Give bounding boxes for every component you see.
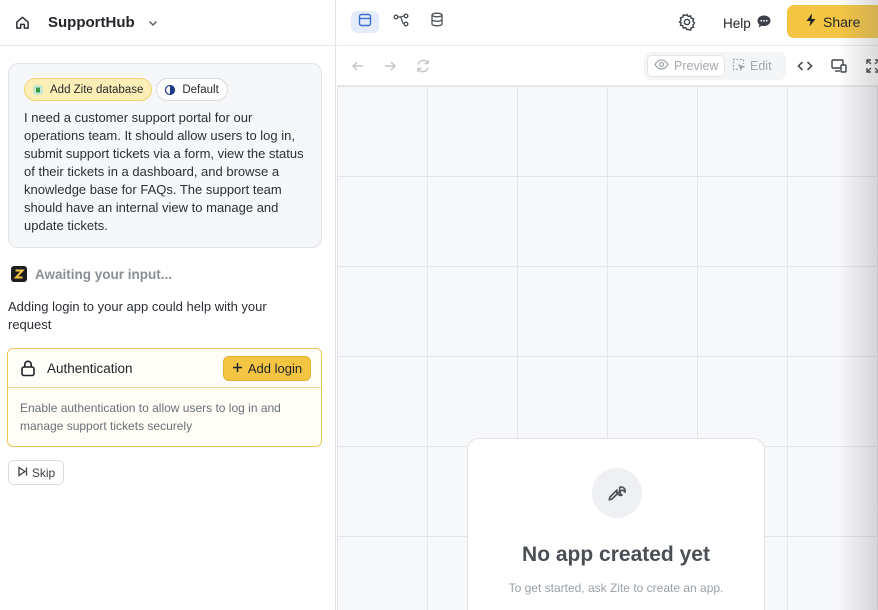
lightning-icon — [805, 13, 817, 30]
home-icon[interactable] — [14, 15, 30, 31]
chat-panel: SupportHub Add Zite database Default I n… — [0, 0, 336, 610]
chevron-down-icon[interactable] — [147, 17, 159, 29]
top-bar: Help Share — [337, 0, 878, 46]
preview-toolbar: Preview Edit — [337, 46, 878, 86]
skip-icon — [17, 465, 28, 480]
skip-button[interactable]: Skip — [8, 460, 64, 485]
preview-edit-toggle: Preview Edit — [644, 52, 786, 80]
authentication-card: Authentication Add login Enable authenti… — [7, 348, 322, 447]
layout-view-button[interactable] — [351, 11, 379, 33]
code-icon[interactable] — [796, 57, 814, 75]
share-button[interactable]: Share — [787, 5, 878, 38]
gear-icon[interactable] — [678, 13, 696, 31]
back-arrow-icon[interactable] — [350, 58, 366, 74]
forward-arrow-icon[interactable] — [382, 58, 398, 74]
database-icon — [430, 12, 444, 32]
chat-bubble-icon — [756, 14, 772, 32]
authentication-description: Enable authentication to allow users to … — [20, 401, 281, 433]
edit-label: Edit — [750, 59, 772, 73]
preview-area: Help Share Preview Edit No app created y… — [337, 0, 878, 610]
skip-label: Skip — [31, 465, 56, 480]
help-label: Help — [723, 15, 751, 31]
wrench-icon — [592, 468, 642, 518]
chat-header: SupportHub — [0, 0, 335, 46]
eye-icon — [654, 59, 669, 73]
database-view-button[interactable] — [423, 11, 451, 33]
workflow-view-button[interactable] — [387, 11, 415, 33]
add-login-label: Add login — [247, 361, 303, 376]
app-name[interactable]: SupportHub — [48, 14, 135, 31]
edit-button[interactable]: Edit — [726, 55, 778, 77]
share-label: Share — [823, 13, 861, 30]
empty-state-card: No app created yet To get started, ask Z… — [467, 438, 765, 610]
status-text: Awaiting your input... — [35, 266, 172, 282]
add-login-button[interactable]: Add login — [223, 356, 311, 381]
database-icon — [32, 84, 44, 96]
zite-logo-icon — [11, 266, 27, 282]
user-prompt-card: Add Zite database Default I need a custo… — [8, 63, 322, 248]
refresh-icon[interactable] — [415, 58, 431, 74]
edit-cursor-icon — [732, 58, 746, 74]
authentication-title: Authentication — [47, 360, 133, 376]
suggestion-text: Adding login to your app could help with… — [8, 299, 267, 332]
layout-icon — [358, 13, 372, 32]
empty-state-subtitle: To get started, ask Zite to create an ap… — [508, 581, 724, 595]
lock-icon — [20, 359, 36, 377]
help-button[interactable]: Help — [723, 14, 772, 32]
plus-icon — [232, 361, 243, 376]
add-zite-database-label: Add Zite database — [50, 83, 144, 96]
preview-button[interactable]: Preview — [647, 55, 726, 77]
add-zite-database-chip[interactable]: Add Zite database — [24, 78, 153, 101]
theme-icon — [164, 84, 176, 96]
workflow-icon — [393, 13, 409, 32]
preview-label: Preview — [674, 59, 719, 73]
status-row: Awaiting your input... — [11, 266, 172, 282]
empty-state-title: No app created yet — [522, 543, 710, 566]
responsive-devices-icon[interactable] — [830, 57, 848, 75]
prompt-text: I need a customer support portal for our… — [24, 110, 304, 233]
app-canvas: No app created yet To get started, ask Z… — [337, 86, 878, 610]
default-chip[interactable]: Default — [156, 78, 228, 101]
default-label: Default — [182, 83, 219, 96]
fullscreen-icon[interactable] — [864, 57, 878, 75]
